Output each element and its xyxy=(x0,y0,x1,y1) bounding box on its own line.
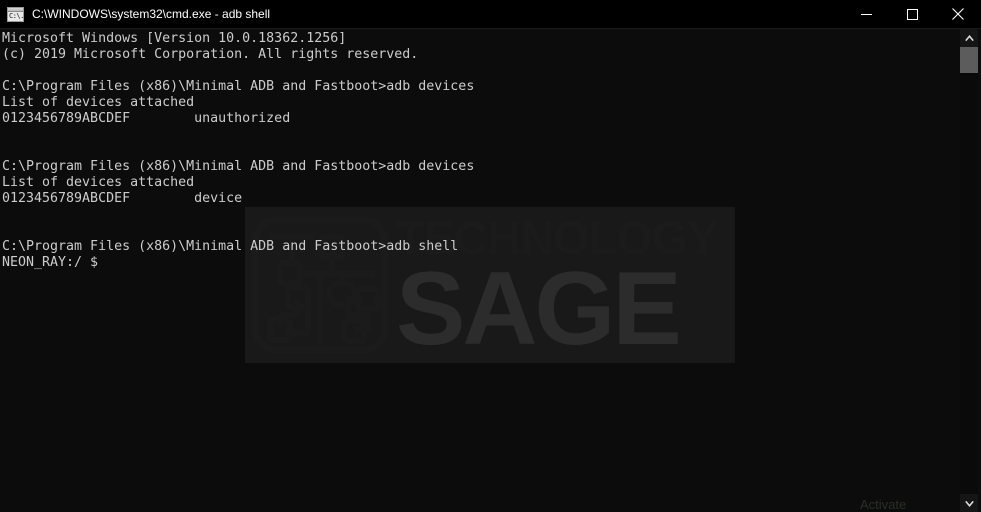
window-title: C:\WINDOWS\system32\cmd.exe - adb shell xyxy=(32,6,271,21)
maximize-icon xyxy=(906,8,918,20)
scroll-up-arrow[interactable] xyxy=(960,29,978,47)
vertical-scrollbar[interactable] xyxy=(957,29,981,512)
maximize-button[interactable] xyxy=(889,0,935,29)
terminal-text: Microsoft Windows [Version 10.0.18362.12… xyxy=(2,31,475,270)
cmd-icon-prompt-text: C:\. xyxy=(9,11,24,20)
cmd-window: C:\. C:\WINDOWS\system32\cmd.exe - adb s… xyxy=(0,0,981,512)
scroll-thumb[interactable] xyxy=(960,47,978,73)
bottom-overlay-text: Activate xyxy=(860,498,907,512)
minimize-icon xyxy=(860,13,872,15)
cmd-console-icon: C:\. xyxy=(7,6,24,22)
close-button[interactable] xyxy=(935,0,981,29)
watermark-line-2: SAGE xyxy=(396,251,682,367)
close-icon xyxy=(952,8,964,20)
chevron-down-icon xyxy=(964,500,974,507)
window-titlebar[interactable]: C:\. C:\WINDOWS\system32\cmd.exe - adb s… xyxy=(0,0,981,29)
minimize-button[interactable] xyxy=(843,0,889,29)
chevron-up-icon xyxy=(964,34,974,41)
scrollbar-track[interactable] xyxy=(960,29,978,512)
scroll-down-arrow[interactable] xyxy=(960,494,978,512)
terminal-output-area[interactable]: TECHNOLOGY SAGE Microsoft Windows [Versi… xyxy=(0,29,957,512)
